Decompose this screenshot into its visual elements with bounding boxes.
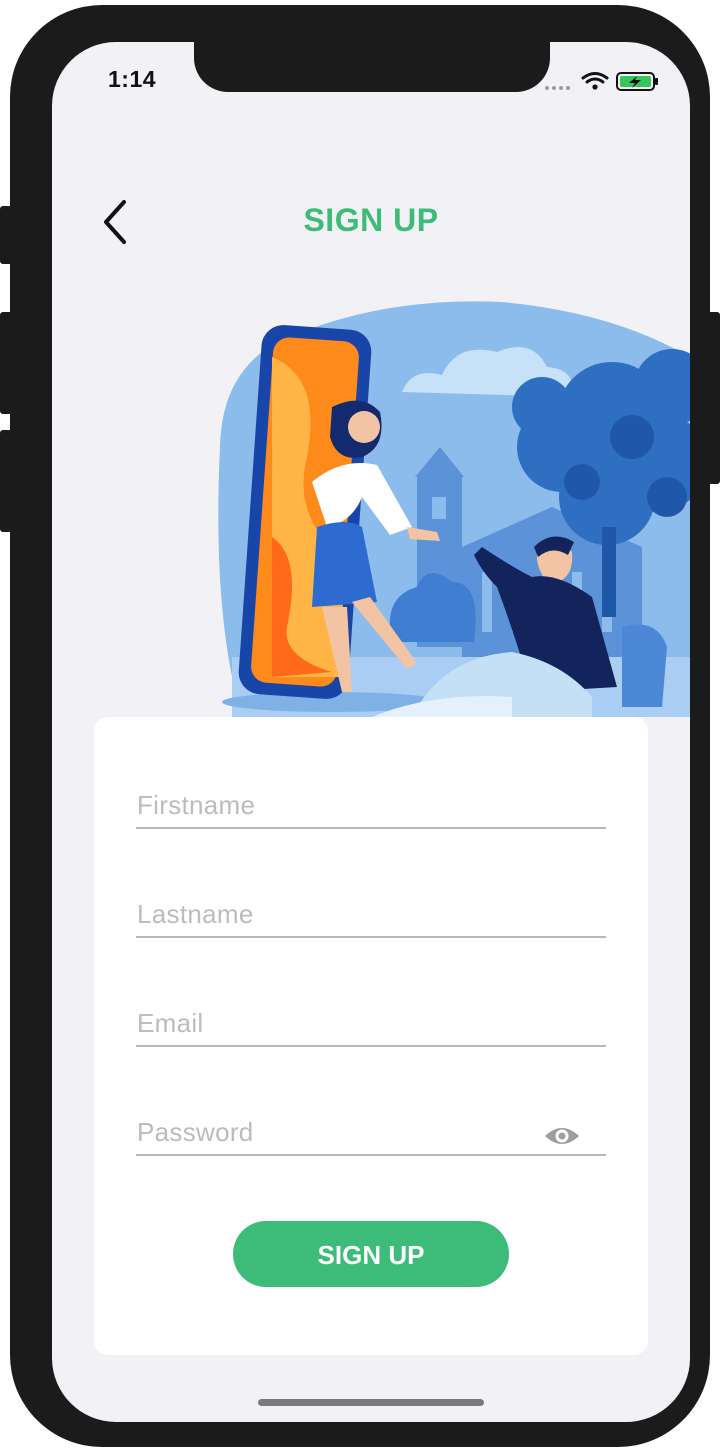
phone-frame: 1:14 SIGN UP Firstname Lastname Email Pa… (10, 5, 710, 1447)
firstname-placeholder: Firstname (137, 790, 256, 820)
password-field[interactable]: Password (136, 1104, 606, 1156)
wifi-icon (581, 72, 609, 90)
screen: 1:14 SIGN UP Firstname Lastname Email Pa… (52, 42, 690, 1422)
email-placeholder: Email (137, 1008, 204, 1038)
eye-icon[interactable] (544, 1124, 580, 1148)
status-icons (545, 72, 658, 91)
firstname-field[interactable]: Firstname (136, 777, 606, 829)
home-indicator[interactable] (258, 1399, 484, 1406)
signup-illustration (218, 301, 690, 717)
notch (194, 42, 550, 92)
lastname-placeholder: Lastname (137, 899, 254, 929)
lastname-field[interactable]: Lastname (136, 886, 606, 938)
status-time: 1:14 (108, 66, 157, 92)
page-title: SIGN UP (303, 202, 439, 238)
battery-icon (616, 72, 658, 91)
signal-icon (545, 86, 570, 90)
password-placeholder: Password (137, 1117, 254, 1147)
signup-form-card: Firstname Lastname Email Password SIGN U… (94, 717, 648, 1355)
email-field[interactable]: Email (136, 995, 606, 1047)
sign-up-button[interactable]: SIGN UP (233, 1221, 509, 1287)
